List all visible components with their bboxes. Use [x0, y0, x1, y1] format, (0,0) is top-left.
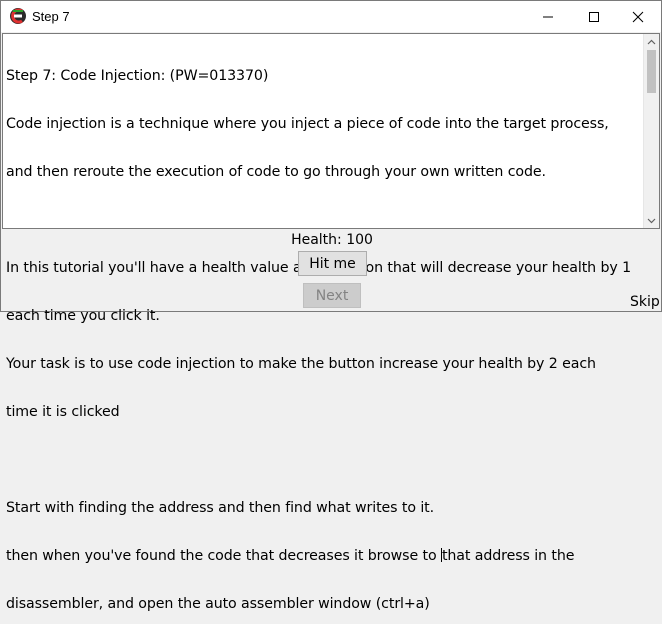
memo-line	[6, 452, 642, 468]
memo-line: Start with finding the address and then …	[6, 500, 435, 516]
maximize-icon	[589, 11, 599, 22]
memo-line-with-caret: then when you've found the code that dec…	[6, 548, 642, 564]
cheat-engine-icon	[9, 7, 27, 25]
title-bar[interactable]: Step 7	[1, 1, 661, 32]
maximize-button[interactable]	[571, 1, 617, 32]
scrollbar-thumb[interactable]	[647, 50, 656, 93]
memo-line: Code injection is a technique where you …	[6, 116, 609, 132]
memo-line-part: that address in the	[441, 548, 575, 564]
close-icon	[632, 11, 644, 22]
close-button[interactable]	[615, 1, 661, 32]
skip-link[interactable]: Skip	[630, 294, 660, 310]
next-button[interactable]: Next	[303, 283, 361, 308]
hit-me-button[interactable]: Hit me	[298, 251, 367, 276]
chevron-down-icon	[647, 218, 656, 223]
instructions-memo[interactable]: Step 7: Code Injection: (PW=013370) Code…	[2, 33, 660, 612]
chevron-up-icon	[647, 39, 656, 44]
minimize-button[interactable]	[525, 1, 571, 32]
scroll-down-button[interactable]	[644, 213, 659, 228]
tutorial-window: Step 7 Step 7: Code Injection: (PW=01337…	[0, 0, 662, 612]
memo-line: and then reroute the execution of code t…	[6, 164, 546, 180]
vertical-scrollbar[interactable]	[643, 34, 659, 228]
health-label: Health: 100	[291, 232, 373, 248]
memo-line: disassembler, and open the auto assemble…	[6, 596, 430, 612]
minimize-icon	[543, 16, 553, 17]
memo-line: Step 7: Code Injection: (PW=013370)	[6, 68, 269, 84]
window-title: Step 7	[32, 9, 70, 24]
scroll-up-button[interactable]	[644, 34, 659, 49]
instructions-text: Step 7: Code Injection: (PW=013370) Code…	[6, 36, 642, 624]
memo-line	[6, 212, 642, 228]
memo-line: time it is clicked	[6, 404, 120, 420]
memo-line: Your task is to use code injection to ma…	[6, 356, 596, 372]
memo-line-part: then when you've found the code that dec…	[6, 548, 441, 564]
memo-line: each time you click it.	[6, 308, 160, 324]
